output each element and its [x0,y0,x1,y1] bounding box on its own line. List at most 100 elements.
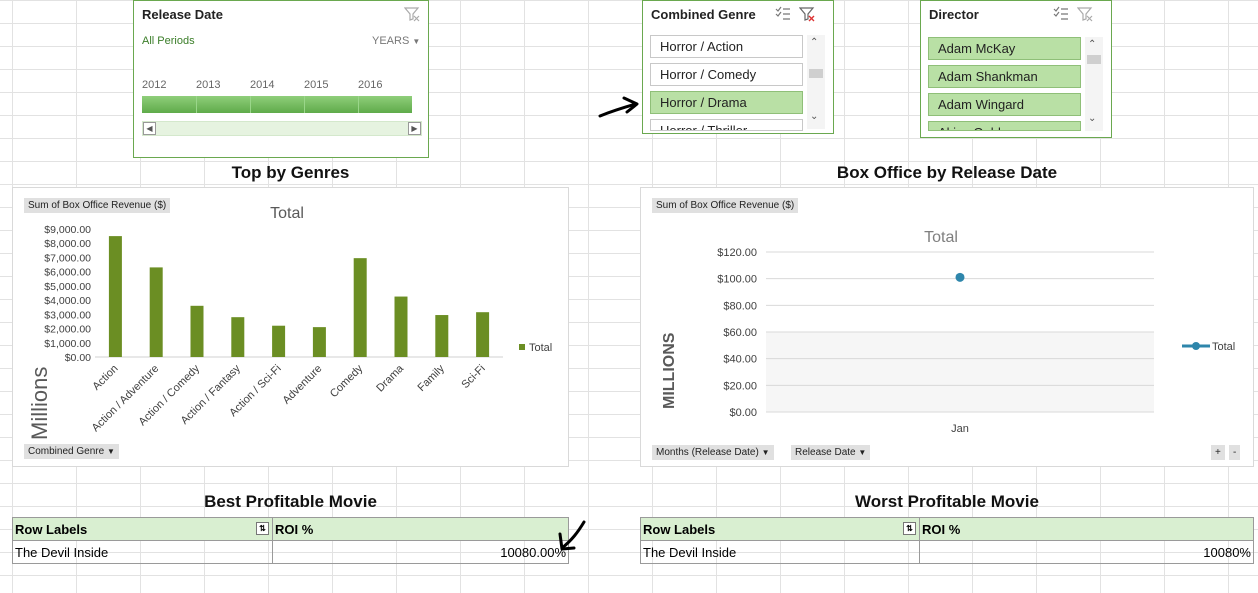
filter-dropdown-icon: ▼ [761,448,770,457]
collapse-field-button[interactable]: - [1229,445,1241,460]
scroll-down-icon[interactable]: ⌄ [1088,113,1096,124]
y-tick-label: $3,000.00 [44,309,91,321]
timeline-selection-bar[interactable] [142,96,412,113]
worst-profitable-pivot: Row Labels ⇅ ROI % The Devil Inside 1008… [640,517,1254,564]
y-tick-label: $8,000.00 [44,238,91,250]
header-label: Row Labels [15,521,88,537]
y-tick-label: $80.00 [723,300,757,312]
axis-field-label: Release Date [795,447,856,458]
clear-filter-icon[interactable] [1077,6,1093,22]
timeline-year[interactable]: 2014 [250,79,274,91]
timeline-level-selector[interactable]: YEARS ▼ [372,35,420,47]
slicer-item-selected[interactable]: Adam McKay [928,37,1081,60]
row-labels-header[interactable]: Row Labels ⇅ [640,517,920,541]
row-labels-header[interactable]: Row Labels ⇅ [12,517,273,541]
bar [272,325,286,357]
y-tick-label: $9,000.00 [44,224,91,236]
x-tick-label: Family [416,362,448,394]
axis-field-label: Months (Release Date) [656,447,759,458]
x-tick-label: Comedy [328,362,366,400]
timeline-year[interactable]: 2013 [196,79,220,91]
filter-dropdown-icon: ▼ [106,447,115,456]
row-label-cell[interactable]: The Devil Inside [640,540,920,564]
plot-area-shade [766,332,1154,412]
chevron-down-icon: ▼ [858,448,867,457]
row-label-cell[interactable]: The Devil Inside [12,540,273,564]
slicer-title: Combined Genre [651,7,756,22]
scroll-down-icon[interactable]: ⌄ [810,111,818,122]
chart-title: Total [270,205,304,222]
axis-field-label: Combined Genre [28,446,105,457]
legend-marker [1192,342,1200,350]
slicer-item-selected[interactable]: Adam Shankman [928,65,1081,88]
legend-swatch [519,344,525,350]
section-title: Top by Genres [231,163,350,182]
annotation-arrow-icon [598,96,639,118]
roi-header: ROI % [919,517,1254,541]
bar [190,305,204,357]
slicer-item-selected[interactable]: Adam Wingard [928,93,1081,116]
scroll-up-icon[interactable]: ⌃ [1088,39,1096,50]
release-date-timeline[interactable]: Release Date All Periods YEARS ▼ 2012 20… [133,0,429,158]
x-tick-label: Jan [951,423,969,435]
scroll-thumb[interactable] [809,69,823,78]
y-units-label: MILLIONS [661,332,678,409]
genres-plot: Total $0.00 $1,000.00 $2,000.00 $3,000.00 $4,… [27,205,552,440]
slicer-title: Director [929,7,979,22]
clear-filter-icon[interactable] [799,6,815,22]
axis-field-button[interactable]: Release Date ▼ [791,445,871,460]
bar [231,317,245,357]
axis-field-button[interactable]: Months (Release Date) ▼ [652,445,774,460]
data-point [955,272,965,282]
slicer-item[interactable]: Horror / Thriller [650,119,803,131]
timeline-year[interactable]: 2015 [304,79,328,91]
chevron-down-icon: ▼ [412,37,421,46]
clear-filter-icon[interactable] [404,6,420,22]
bar [394,296,408,357]
axis-field-button[interactable]: Combined Genre ▼ [24,444,119,459]
roi-header: ROI % [272,517,569,541]
director-slicer[interactable]: Director Adam McKay Adam Shankman Adam W… [920,0,1112,138]
slicer-item[interactable]: Horror / Comedy [650,63,803,86]
slicer-scrollbar[interactable]: ⌃ ⌄ [1085,37,1103,131]
scroll-right-icon[interactable]: ▶ [408,122,421,135]
y-tick-label: $7,000.00 [44,252,91,264]
scroll-up-icon[interactable]: ⌃ [810,37,818,48]
y-tick-label: $20.00 [723,380,757,392]
date-plot: Total $0.00 $20.00 $40.00 $60.00 $80.00 $100.0… [661,229,1235,435]
timeline-year[interactable]: 2016 [358,79,382,91]
genres-chart[interactable]: Sum of Box Office Revenue ($) Combined G… [12,187,569,467]
multi-select-icon[interactable] [775,6,791,22]
multi-select-icon[interactable] [1053,6,1069,22]
timeline-year[interactable]: 2012 [142,79,166,91]
slicer-item-selected[interactable]: Horror / Drama [650,91,803,114]
y-tick-label: $100.00 [717,274,757,286]
roi-value-cell[interactable]: 10080.00% [272,540,569,564]
timeline-title: Release Date [142,7,223,22]
x-tick-label: Adventure [281,363,325,407]
expand-field-button[interactable]: + [1211,445,1225,460]
roi-value-cell[interactable]: 10080% [919,540,1254,564]
x-tick-label: Drama [374,362,406,394]
y-tick-label: $0.00 [65,352,91,364]
section-title: Box Office by Release Date [836,163,1058,182]
combined-genre-slicer[interactable]: Combined Genre Horror / Action Horror / … [642,0,834,134]
y-tick-label: $40.00 [723,354,757,366]
y-tick-label: $0.00 [729,407,757,419]
slicer-item[interactable]: Horror / Action [650,35,803,58]
release-date-chart[interactable]: Sum of Box Office Revenue ($) Months (Re… [640,187,1254,467]
slicer-item-selected[interactable]: Akiva Goldsman [928,121,1081,131]
timeline-level-label: YEARS [372,35,410,47]
scroll-thumb[interactable] [1087,55,1101,64]
sort-filter-icon[interactable]: ⇅ [256,521,269,535]
slicer-scrollbar[interactable]: ⌃ ⌄ [807,35,825,129]
y-units-label: Millions [27,367,52,440]
x-tick-label: Action [90,363,120,393]
legend-label: Total [1212,341,1235,353]
section-title: Best Profitable Movie [204,492,377,511]
chart-title: Total [924,229,958,246]
scroll-left-icon[interactable]: ◀ [143,122,156,135]
sort-filter-icon[interactable]: ⇅ [903,521,916,535]
bar [476,312,490,357]
timeline-scrollbar[interactable]: ◀ ▶ [142,121,422,136]
